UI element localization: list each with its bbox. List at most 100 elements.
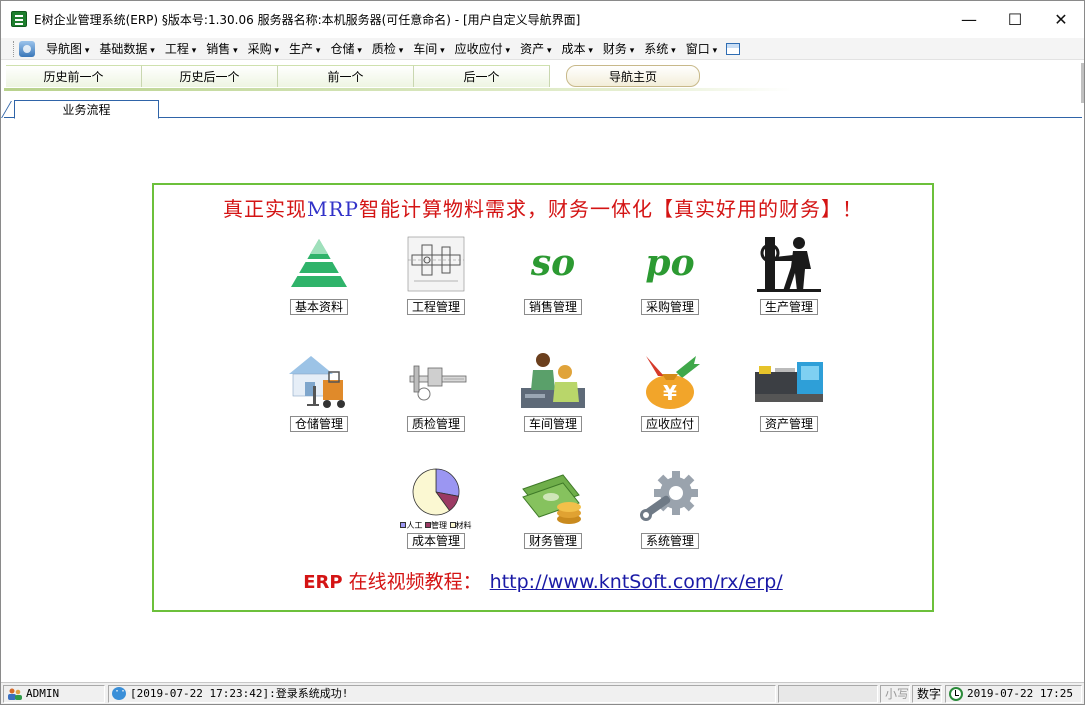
pie-slice-人工 xyxy=(435,468,460,497)
users-icon xyxy=(8,688,22,700)
title-bar[interactable]: E树企业管理系统(ERP) §版本号:1.30.06 服务器名称:本机服务器(可… xyxy=(1,1,1084,37)
machine-icon xyxy=(755,362,823,402)
window-restore-icon[interactable] xyxy=(726,42,741,55)
module-assets[interactable]: 资产管理 xyxy=(734,350,844,438)
menu-app-icon[interactable] xyxy=(19,40,35,57)
status-message: [2019-07-22 17:23:42]:登录系统成功! xyxy=(108,685,776,703)
module-production[interactable]: 生产管理 xyxy=(734,233,844,321)
legend-labor: 人工 xyxy=(406,521,423,530)
menu-grip[interactable] xyxy=(13,40,16,57)
sales-order-icon: so xyxy=(530,242,575,284)
module-purchase[interactable]: po 采购管理 xyxy=(615,233,725,321)
menu-system[interactable]: 系统 xyxy=(639,39,680,59)
module-sales[interactable]: so 销售管理 xyxy=(498,233,608,321)
module-label: 成本管理 xyxy=(406,533,466,549)
purchase-icon-text: po xyxy=(645,242,694,284)
module-finance[interactable]: 财务管理 xyxy=(498,467,608,555)
nav-bar: 历史前一个 历史后一个 前一个 后一个 导航主页 xyxy=(4,63,1082,91)
erp-window: E树企业管理系统(ERP) §版本号:1.30.06 服务器名称:本机服务器(可… xyxy=(0,0,1085,705)
module-warehouse[interactable]: 仓储管理 xyxy=(264,350,374,438)
menu-production[interactable]: 生产 xyxy=(284,39,325,59)
module-engineering[interactable]: 工程管理 xyxy=(381,233,491,321)
maximize-button[interactable]: ☐ xyxy=(992,1,1038,37)
caliper-icon xyxy=(409,365,467,401)
module-label: 采购管理 xyxy=(640,299,700,315)
status-clock: 2019-07-22 17:25 xyxy=(945,685,1082,703)
headline: 真正实现MRP智能计算物料需求，财务一体化【真实好用的财务】！ xyxy=(154,193,932,222)
window-title: E树企业管理系统(ERP) §版本号:1.30.06 服务器名称:本机服务器(可… xyxy=(34,13,581,27)
legend-management: 管理 xyxy=(431,521,447,530)
receivable-icon-text: ¥ xyxy=(663,381,677,405)
navigation-panel: 真正实现MRP智能计算物料需求，财务一体化【真实好用的财务】！ 基本资料 工程管… xyxy=(152,183,934,612)
menu-quality[interactable]: 质检 xyxy=(367,39,408,59)
headline-mrp: MRP xyxy=(307,197,359,221)
menu-basic-data[interactable]: 基础数据 xyxy=(94,39,159,59)
chat-bubble-icon xyxy=(112,686,132,700)
clock-icon xyxy=(949,687,963,701)
menu-window[interactable]: 窗口 xyxy=(681,39,722,59)
status-progress xyxy=(778,685,878,703)
money-bag-icon: ¥ xyxy=(646,356,700,409)
menu-engineering[interactable]: 工程 xyxy=(160,39,201,59)
module-label: 系统管理 xyxy=(640,533,700,549)
scrollbar[interactable] xyxy=(1081,63,1084,103)
history-prev-button[interactable]: 历史前一个 xyxy=(6,65,142,87)
menu-navigation[interactable]: 导航图 xyxy=(41,39,94,59)
blueprint-icon xyxy=(407,236,465,292)
module-quality[interactable]: 质检管理 xyxy=(381,350,491,438)
close-button[interactable]: ✕ xyxy=(1038,1,1084,37)
status-bar: ADMIN [2019-07-22 17:23:42]:登录系统成功! 小写 数… xyxy=(1,682,1084,704)
sales-icon-text: so xyxy=(530,242,575,284)
next-button[interactable]: 后一个 xyxy=(414,65,550,87)
nav-home-button[interactable]: 导航主页 xyxy=(566,65,700,87)
module-label: 生产管理 xyxy=(759,299,819,315)
tutorial-line: ERP 在线视频教程： http://www.kntSoft.com/rx/erp… xyxy=(154,567,932,594)
status-num-lock: 数字 xyxy=(912,685,942,703)
module-label: 财务管理 xyxy=(523,533,583,549)
legend-material: 材料 xyxy=(455,521,472,530)
tutorial-erp: ERP xyxy=(303,572,343,593)
status-message-text: [2019-07-22 17:23:42]:登录系统成功! xyxy=(130,687,349,700)
workers-icon xyxy=(521,353,585,408)
status-user-name: ADMIN xyxy=(26,687,60,700)
status-clock-text: 2019-07-22 17:25 xyxy=(967,687,1073,700)
worker-icon xyxy=(757,237,821,292)
menu-purchase[interactable]: 采购 xyxy=(243,39,284,59)
gear-wrench-icon xyxy=(640,471,698,521)
app-icon xyxy=(11,11,27,27)
menu-warehouse[interactable]: 仓储 xyxy=(325,39,366,59)
warehouse-forklift-icon xyxy=(289,356,345,408)
module-basic-info[interactable]: 基本资料 xyxy=(264,233,374,321)
menu-finance[interactable]: 财务 xyxy=(598,39,639,59)
module-label: 质检管理 xyxy=(406,416,466,432)
module-label: 销售管理 xyxy=(523,299,583,315)
menu-assets[interactable]: 资产 xyxy=(515,39,556,59)
headline-post: 智能计算物料需求，财务一体化【真实好用的财务】！ xyxy=(359,197,863,221)
prev-button[interactable]: 前一个 xyxy=(278,65,414,87)
history-next-button[interactable]: 历史后一个 xyxy=(142,65,278,87)
tutorial-text: 在线视频教程： xyxy=(342,571,482,593)
menu-workshop[interactable]: 车间 xyxy=(408,39,449,59)
module-label: 仓储管理 xyxy=(289,416,349,432)
tutorial-link[interactable]: http://www.kntSoft.com/rx/erp/ xyxy=(490,571,783,593)
pyramid-icon xyxy=(291,239,347,287)
status-user: ADMIN xyxy=(3,685,105,703)
module-label: 基本资料 xyxy=(289,299,349,315)
module-cost[interactable]: 人工 管理 材料 成本管理 xyxy=(381,467,491,555)
menu-cost[interactable]: 成本 xyxy=(556,39,597,59)
tab-bar: 业务流程 xyxy=(1,98,1082,119)
menu-sales[interactable]: 销售 xyxy=(201,39,242,59)
menu-receivable[interactable]: 应收应付 xyxy=(450,39,515,59)
module-label: 工程管理 xyxy=(406,299,466,315)
module-workshop[interactable]: 车间管理 xyxy=(498,350,608,438)
module-receivable[interactable]: ¥ 应收应付 xyxy=(615,350,725,438)
module-label: 车间管理 xyxy=(523,416,583,432)
cost-legend: 人工 管理 材料 xyxy=(381,520,491,531)
purchase-order-icon: po xyxy=(645,242,694,284)
module-label: 资产管理 xyxy=(759,416,819,432)
cash-coins-icon xyxy=(522,474,581,524)
tab-business-flow[interactable]: 业务流程 xyxy=(14,100,159,119)
minimize-button[interactable]: — xyxy=(946,1,992,37)
module-system[interactable]: 系统管理 xyxy=(615,467,725,555)
status-caps-lock: 小写 xyxy=(880,685,910,703)
